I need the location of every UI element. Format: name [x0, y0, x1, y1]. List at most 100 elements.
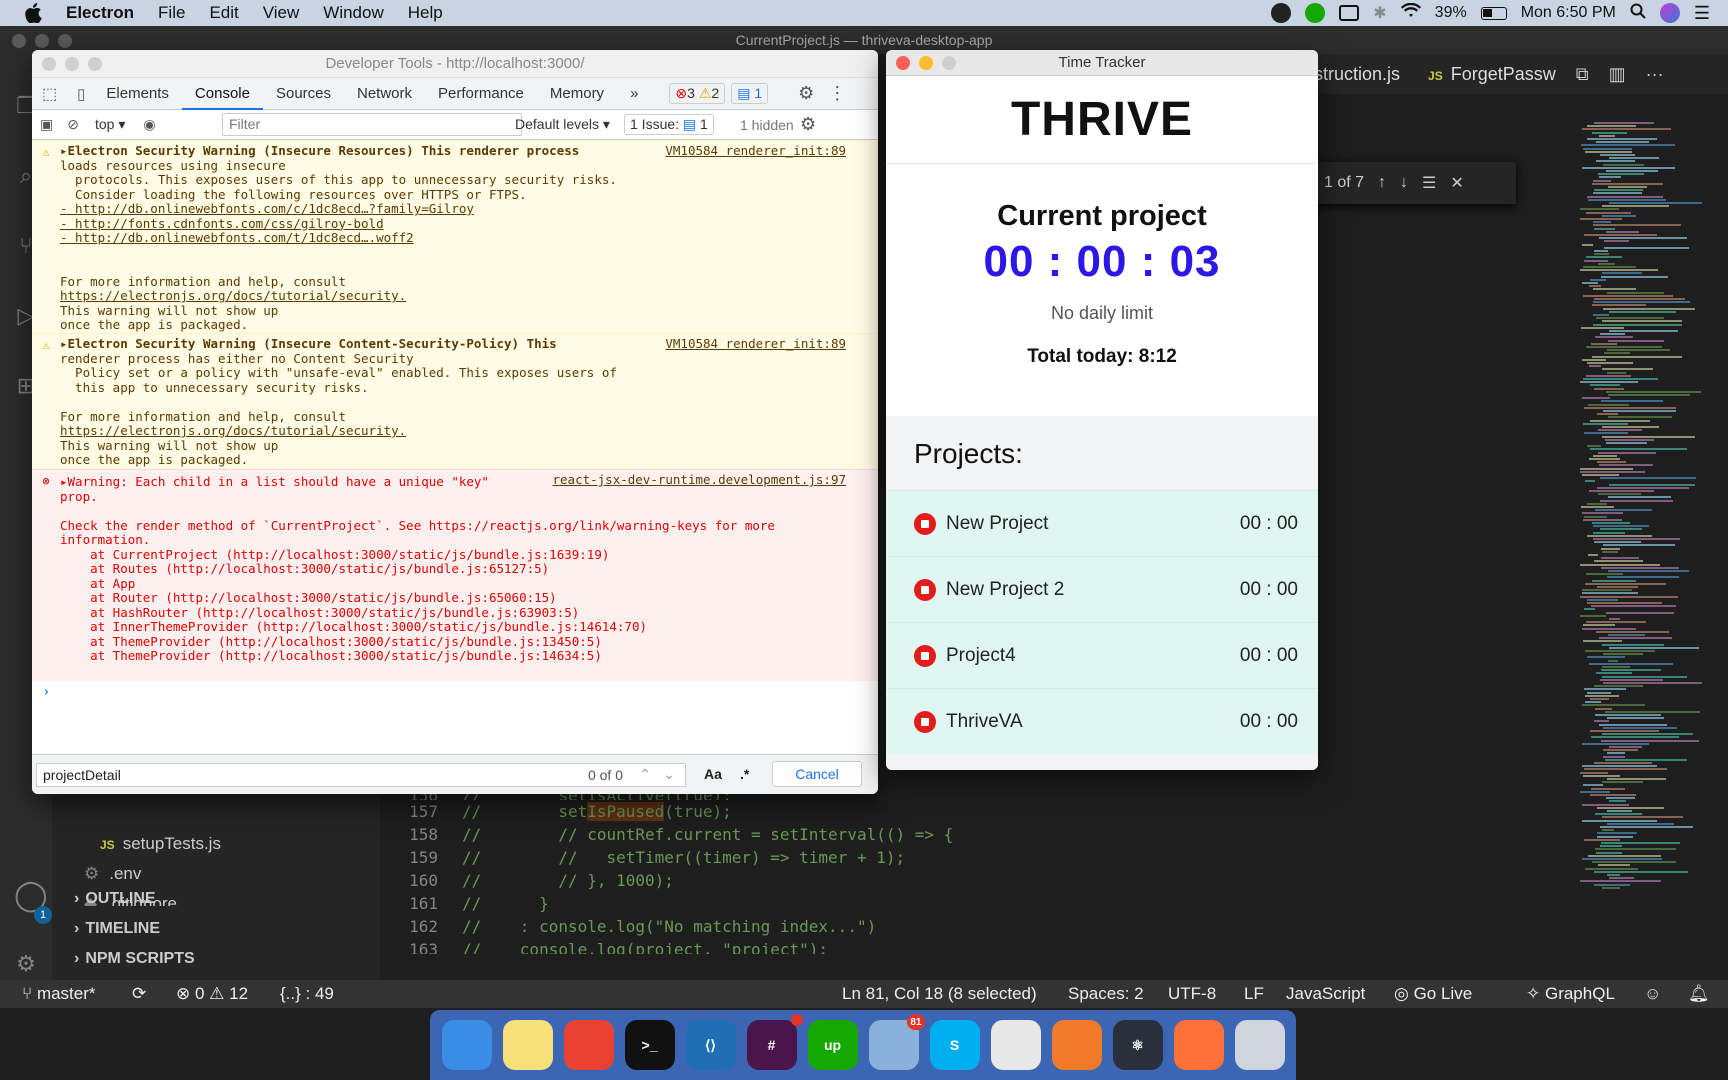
console-settings-icon[interactable]: ⚙	[800, 114, 816, 135]
arrow-up-icon[interactable]: ↑	[1378, 174, 1386, 192]
skype-icon[interactable]: S	[929, 1020, 980, 1070]
close-window-button[interactable]	[896, 56, 910, 70]
bracket-pair-indicator[interactable]: {..} : 49	[280, 984, 334, 1004]
firefox-icon[interactable]	[1173, 1020, 1224, 1070]
tab-elements[interactable]: Elements	[93, 78, 182, 110]
split-editor-icon[interactable]: ⧉	[1576, 64, 1589, 85]
record-stop-icon[interactable]	[914, 578, 936, 601]
language-mode[interactable]: JavaScript	[1286, 984, 1365, 1004]
file-env[interactable]: ⚙ .env	[84, 864, 141, 884]
clock[interactable]: Mon 6:50 PM	[1521, 4, 1616, 22]
settings-gear-icon[interactable]: ⚙	[798, 83, 814, 104]
info-counter[interactable]: ▤ 1	[731, 83, 769, 104]
console-find-input[interactable]: projectDetail 0 of 0 ⌃ ⌄	[36, 763, 686, 787]
indentation[interactable]: Spaces: 2	[1068, 984, 1144, 1004]
mail-icon[interactable]: 81	[868, 1014, 925, 1070]
zoom-window-button[interactable]	[88, 57, 102, 71]
tab-sources[interactable]: Sources	[263, 78, 344, 110]
console-warning-message[interactable]: ⚠ VM10584 renderer_init:89 ▸Electron Sec…	[32, 333, 878, 469]
trash-icon[interactable]	[1234, 1020, 1285, 1070]
error-warning-counter[interactable]: ⊗3 ⚠2	[669, 83, 726, 104]
upwork-icon[interactable]: up	[807, 1020, 858, 1070]
sync-icon[interactable]: ⟳	[132, 984, 146, 1004]
textedit-icon[interactable]	[990, 1020, 1041, 1070]
more-actions-icon[interactable]: ···	[1646, 64, 1664, 85]
log-levels-dropdown[interactable]: Default levels ▾	[515, 116, 610, 133]
console-prompt[interactable]: ›	[42, 684, 50, 700]
project-row[interactable]: ThriveVA 00 : 00	[886, 688, 1318, 754]
npm-scripts-section[interactable]: › NPM SCRIPTS	[74, 950, 195, 968]
end-of-line[interactable]: LF	[1244, 984, 1264, 1004]
docs-link[interactable]: https://electronjs.org/docs/tutorial/sec…	[60, 423, 878, 438]
record-stop-icon[interactable]	[914, 644, 936, 667]
pen-icon[interactable]	[1051, 1020, 1102, 1070]
vscode-icon[interactable]: ⟨⟩	[685, 1020, 736, 1070]
project-row[interactable]: Project4 00 : 00	[886, 622, 1318, 688]
filter-input[interactable]: Filter	[222, 113, 522, 136]
apple-icon[interactable]	[22, 2, 44, 24]
graphql-status[interactable]: ✧ GraphQL	[1526, 984, 1615, 1004]
tab-network[interactable]: Network	[344, 78, 425, 110]
calendar-tray-icon[interactable]	[1339, 5, 1360, 21]
account-icon[interactable]: ◯	[14, 881, 48, 911]
issues-button[interactable]: 1 Issue: ▤ 1	[624, 114, 714, 135]
resource-link[interactable]: - http://db.onlinewebfonts.com/c/1dc8ecd…	[60, 201, 878, 216]
resource-link[interactable]: - http://db.onlinewebfonts.com/t/1dc8ecd…	[60, 230, 878, 245]
resource-link[interactable]: - http://fonts.cdnfonts.com/css/gilroy-b…	[60, 216, 878, 231]
tab-forgetpassword[interactable]: JS ForgetPassw	[1414, 64, 1570, 85]
find-in-selection-icon[interactable]: ☰	[1422, 173, 1436, 193]
console-error-message[interactable]: ⊗ react-jsx-dev-runtime.development.js:9…	[32, 469, 878, 681]
source-link[interactable]: react-jsx-dev-runtime.development.js:97	[553, 472, 847, 487]
kebab-menu-icon[interactable]: ⋮	[828, 83, 846, 104]
console-output[interactable]: ⚠ VM10584 renderer_init:89 ▸Electron Sec…	[32, 140, 878, 748]
docs-link[interactable]: https://electronjs.org/docs/tutorial/sec…	[60, 288, 878, 303]
tab-performance[interactable]: Performance	[425, 78, 537, 110]
minimize-window-button[interactable]	[919, 56, 933, 70]
menu-file[interactable]: File	[158, 3, 185, 23]
notifications-bell-icon[interactable]: 🔔︎	[1688, 984, 1710, 1004]
close-window-button[interactable]	[12, 34, 26, 48]
minimize-window-button[interactable]	[35, 34, 49, 48]
spotlight-search-icon[interactable]	[1630, 3, 1646, 24]
regex-button[interactable]: .*	[740, 766, 749, 782]
code-editor[interactable]: 156// setIsActive(true); 157// setIsPaus…	[380, 786, 1570, 1002]
cursor-position[interactable]: Ln 81, Col 18 (8 selected)	[842, 984, 1037, 1004]
more-tabs-button[interactable]: »	[617, 78, 651, 110]
close-window-button[interactable]	[42, 57, 56, 71]
previous-match-icon[interactable]: ⌃	[639, 766, 651, 783]
device-toolbar-icon[interactable]: ▯	[69, 85, 93, 103]
outline-section[interactable]: › OUTLINE	[74, 890, 156, 908]
wifi-icon[interactable]	[1400, 2, 1421, 24]
arrow-down-icon[interactable]: ↓	[1400, 174, 1408, 192]
privacy-badge-icon[interactable]	[1271, 3, 1292, 23]
project-row[interactable]: New Project 2 00 : 00	[886, 556, 1318, 622]
layout-icon[interactable]: ▥	[1609, 64, 1626, 85]
cancel-find-button[interactable]: Cancel	[772, 761, 862, 787]
tab-console[interactable]: Console	[181, 78, 263, 110]
zoom-window-button[interactable]	[58, 34, 72, 48]
menu-window[interactable]: Window	[323, 3, 383, 23]
settings-gear-icon[interactable]: ⚙	[14, 952, 38, 976]
file-setuptests[interactable]: JS setupTests.js	[100, 834, 221, 854]
close-icon[interactable]: ✕	[1450, 173, 1463, 193]
menu-view[interactable]: View	[263, 3, 300, 23]
sidebar-toggle-icon[interactable]: ▣	[40, 116, 53, 133]
menu-help[interactable]: Help	[408, 3, 443, 23]
project-row[interactable]: New Project 00 : 00	[886, 490, 1318, 556]
match-case-button[interactable]: Aa	[704, 766, 722, 782]
timeline-section[interactable]: › TIMELINE	[74, 920, 160, 938]
encoding[interactable]: UTF-8	[1168, 984, 1216, 1004]
minimap[interactable]	[1570, 122, 1728, 902]
source-link[interactable]: VM10584 renderer_init:89	[665, 143, 846, 158]
menu-app-electron[interactable]: Electron	[66, 3, 134, 23]
battery-icon[interactable]	[1480, 6, 1507, 20]
minimize-window-button[interactable]	[65, 57, 79, 71]
console-warning-message[interactable]: ⚠ VM10584 renderer_init:89 ▸Electron Sec…	[32, 140, 878, 333]
menu-edit[interactable]: Edit	[209, 3, 238, 23]
terminal-icon[interactable]: >_	[624, 1020, 675, 1070]
finder-icon[interactable]	[441, 1020, 492, 1070]
electron-icon[interactable]: ⚛	[1112, 1020, 1163, 1070]
clear-console-icon[interactable]: ⊘	[67, 116, 79, 133]
tab-memory[interactable]: Memory	[537, 78, 617, 110]
source-link[interactable]: VM10584 renderer_init:89	[665, 336, 846, 351]
